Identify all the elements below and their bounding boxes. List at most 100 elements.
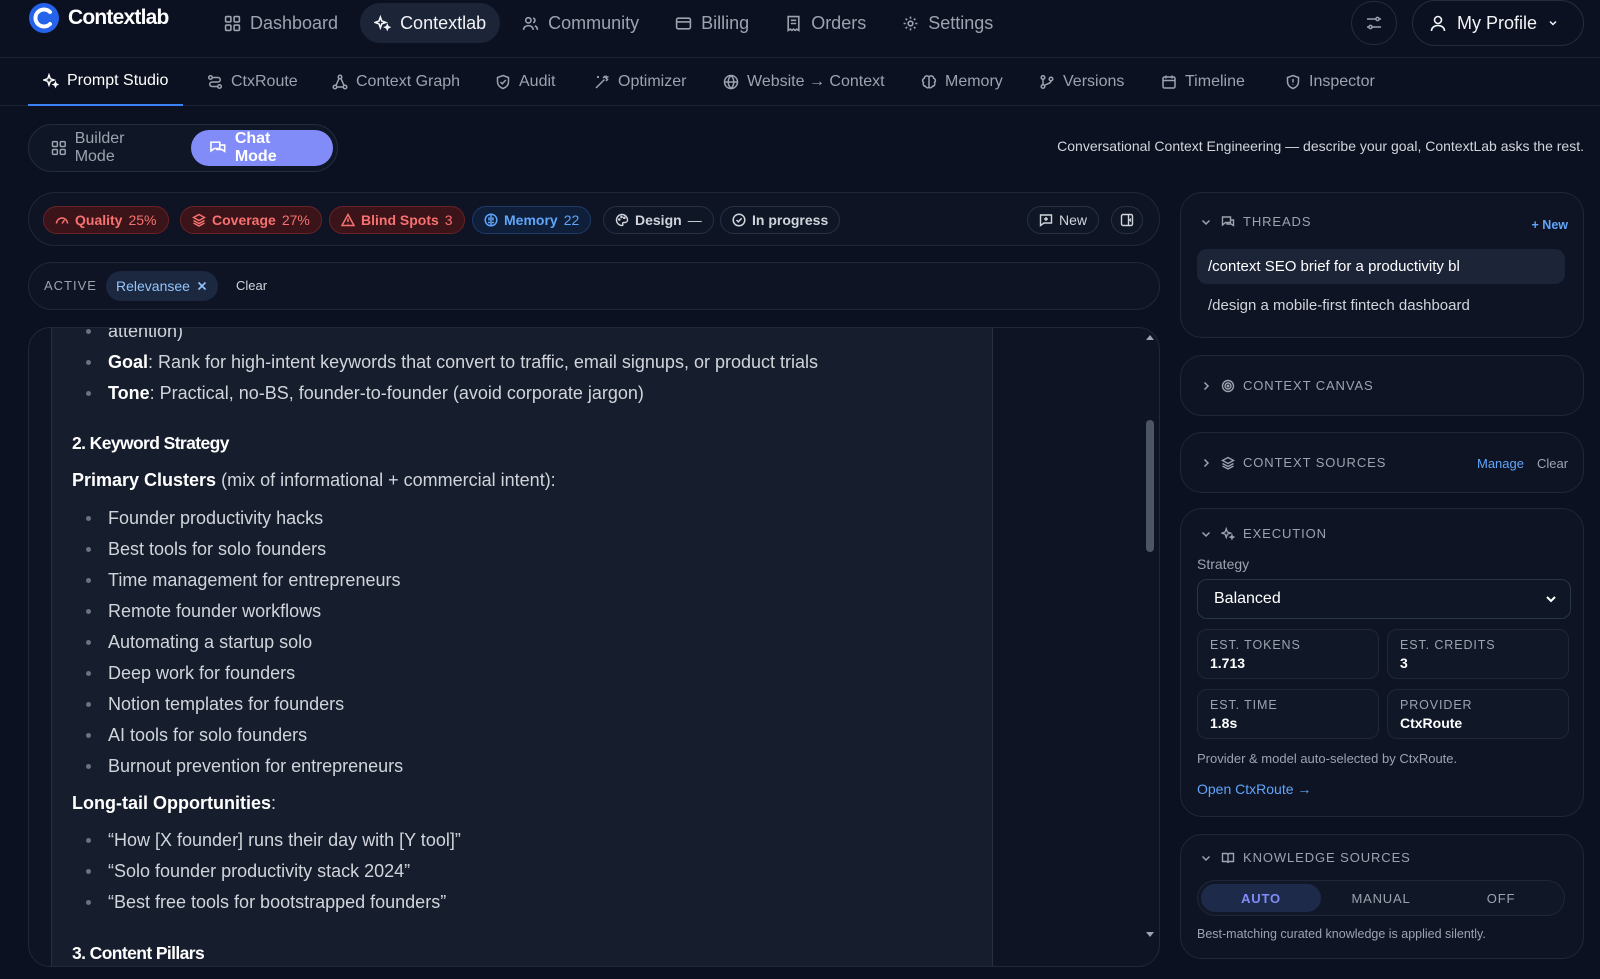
tab-label: Prompt Studio xyxy=(67,72,169,89)
main-nav: Dashboard Contextlab Community Billing O… xyxy=(210,3,1007,43)
tab-ctxroute[interactable]: CtxRoute xyxy=(192,58,313,106)
knowledge-off-option[interactable]: OFF xyxy=(1441,884,1561,912)
goal-text: : Rank for high-intent keywords that con… xyxy=(148,352,818,372)
builder-mode-label: Builder Mode xyxy=(74,130,125,165)
strategy-select[interactable]: Balanced xyxy=(1197,579,1571,619)
gauge-icon xyxy=(55,217,69,224)
blind-spots-label: Blind Spots xyxy=(361,212,439,228)
list-item: Remote founder workflows xyxy=(72,596,952,627)
context-canvas-header[interactable]: CONTEXT CANVAS xyxy=(1199,378,1374,393)
tab-context-graph[interactable]: Context Graph xyxy=(317,58,475,106)
active-tag[interactable]: Relevansee xyxy=(106,271,218,301)
primary-text: (mix of informational + commercial inten… xyxy=(216,470,556,490)
knowledge-manual-option[interactable]: MANUAL xyxy=(1321,884,1441,912)
list-item-text: attention) xyxy=(108,328,184,341)
context-sources-header[interactable]: CONTEXT SOURCES xyxy=(1199,455,1386,470)
knowledge-sources-header[interactable]: KNOWLEDGE SOURCES xyxy=(1199,850,1411,865)
chevron-down-icon xyxy=(1201,855,1211,861)
knowledge-auto-option[interactable]: AUTO xyxy=(1201,884,1321,912)
card-icon xyxy=(675,16,692,30)
strategy-label: Strategy xyxy=(1197,556,1250,572)
tab-prompt-studio[interactable]: Prompt Studio xyxy=(28,58,184,106)
thread-item[interactable]: /design a mobile-first fintech dashboard xyxy=(1197,288,1565,323)
nav-dashboard[interactable]: Dashboard xyxy=(210,3,352,43)
user-icon xyxy=(1430,15,1446,32)
calendar-icon xyxy=(1162,75,1176,89)
design-chip[interactable]: Design — xyxy=(603,206,714,234)
shield-check-icon xyxy=(496,74,510,90)
provider-note: Provider & model auto-selected by CtxRou… xyxy=(1197,751,1458,766)
nav-label: Billing xyxy=(701,12,750,33)
execution-header[interactable]: EXECUTION xyxy=(1199,526,1327,541)
tab-label: CtxRoute xyxy=(231,73,298,90)
clear-active-button[interactable]: Clear xyxy=(236,278,267,293)
chat-mode-button[interactable]: Chat Mode xyxy=(191,130,333,166)
longtail-list: “How [X founder] runs their day with [Y … xyxy=(72,825,952,918)
new-thread-button[interactable]: New xyxy=(1027,206,1100,234)
tab-label: Optimizer xyxy=(618,73,687,90)
tab-optimizer[interactable]: Optimizer xyxy=(579,58,701,106)
tab-label: Audit xyxy=(519,73,556,90)
nav-contextlab[interactable]: Contextlab xyxy=(360,3,501,43)
nav-community[interactable]: Community xyxy=(508,3,653,43)
memory-label: Memory xyxy=(504,212,558,228)
close-icon[interactable] xyxy=(196,280,208,292)
toggle-panel-button[interactable] xyxy=(1111,206,1143,234)
new-label: New xyxy=(1059,212,1088,228)
status-label: In progress xyxy=(752,212,829,228)
tab-inspector[interactable]: Inspector xyxy=(1270,58,1390,106)
tab-website-context[interactable]: Website → Context xyxy=(708,58,900,106)
list-item: “Best free tools for bootstrapped founde… xyxy=(72,887,952,918)
blind-spots-chip[interactable]: Blind Spots 3 xyxy=(329,206,465,234)
book-icon xyxy=(1221,852,1235,863)
nav-billing[interactable]: Billing xyxy=(661,3,763,43)
branch-icon xyxy=(1040,74,1054,90)
nav-label: Dashboard xyxy=(250,12,339,33)
scroll-down-arrow-icon[interactable] xyxy=(1146,932,1154,937)
coverage-chip[interactable]: Coverage 27% xyxy=(180,206,322,234)
chevron-right-icon xyxy=(1203,458,1210,467)
panel-icon xyxy=(1120,213,1134,227)
globe-icon xyxy=(723,74,739,90)
section-heading: 2. Keyword Strategy xyxy=(72,433,229,453)
provider-card: PROVIDER CtxRoute xyxy=(1387,689,1569,739)
chat-scrollbar[interactable] xyxy=(1142,328,1158,966)
builder-mode-button[interactable]: Builder Mode xyxy=(33,130,185,166)
nav-settings[interactable]: Settings xyxy=(888,3,1007,43)
scroll-up-arrow-icon[interactable] xyxy=(1146,335,1154,340)
tab-memory[interactable]: Memory xyxy=(906,58,1018,106)
thread-item[interactable]: /context SEO brief for a productivity bl xyxy=(1197,249,1565,284)
list-item: Best tools for solo founders xyxy=(72,534,952,565)
tab-label: Inspector xyxy=(1309,73,1375,90)
context-canvas-panel[interactable]: CONTEXT CANVAS xyxy=(1180,355,1584,416)
tab-label: Versions xyxy=(1063,73,1125,90)
threads-header[interactable]: THREADS xyxy=(1199,214,1311,229)
tab-timeline[interactable]: Timeline xyxy=(1146,58,1260,106)
knowledge-sources-title: KNOWLEDGE SOURCES xyxy=(1243,850,1411,865)
chevron-down-icon xyxy=(1201,531,1211,537)
list-item: Time management for entrepreneurs xyxy=(72,565,952,596)
manage-sources-link[interactable]: Manage xyxy=(1477,456,1524,471)
chevron-down-icon xyxy=(1201,219,1211,225)
coverage-label: Coverage xyxy=(212,212,276,228)
primary-clusters-heading: Primary Clusters (mix of informational +… xyxy=(72,465,952,496)
brain-icon xyxy=(921,75,937,89)
profile-button[interactable]: My Profile xyxy=(1412,0,1584,46)
tab-versions[interactable]: Versions xyxy=(1024,58,1139,106)
list-item: Automating a startup solo xyxy=(72,627,952,658)
nav-orders[interactable]: Orders xyxy=(771,3,880,43)
quality-label: Quality xyxy=(75,212,123,228)
memory-value: 22 xyxy=(563,212,580,228)
tab-audit[interactable]: Audit xyxy=(480,58,570,106)
clear-sources-link[interactable]: Clear xyxy=(1537,456,1568,471)
open-ctxroute-link[interactable]: Open CtxRoute → xyxy=(1197,781,1311,797)
new-thread-link[interactable]: + New xyxy=(1532,218,1568,232)
grid-icon xyxy=(51,140,66,156)
status-chip[interactable]: In progress xyxy=(720,206,841,234)
memory-chip[interactable]: Memory 22 xyxy=(472,206,592,234)
app-logo[interactable]: Contextlab xyxy=(28,2,169,34)
filter-button[interactable] xyxy=(1351,1,1397,45)
list-item: Notion templates for founders xyxy=(72,689,952,720)
quality-chip[interactable]: Quality 25% xyxy=(43,206,169,234)
scroll-thumb[interactable] xyxy=(1146,420,1154,552)
